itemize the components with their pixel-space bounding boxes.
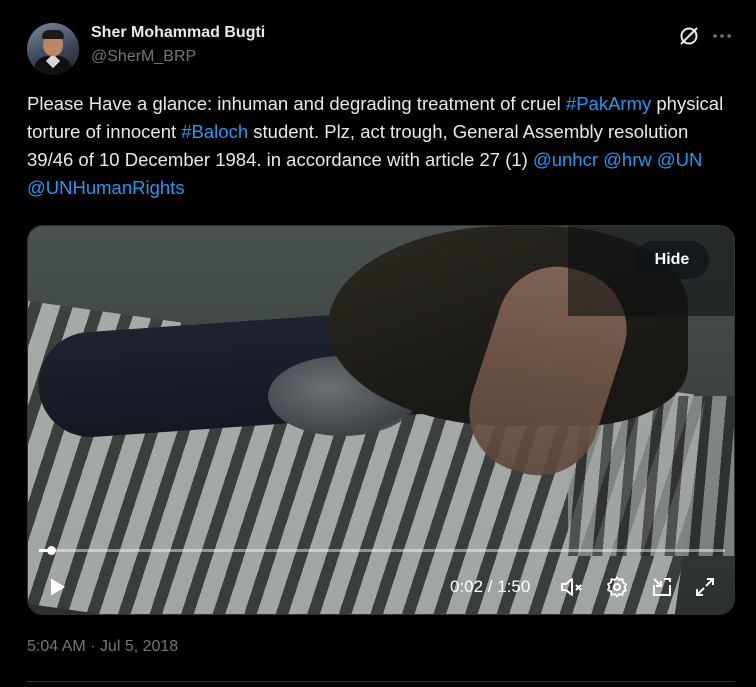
divider [27,681,735,682]
video-progress-bar[interactable] [39,546,725,555]
mention-link[interactable]: @UNHumanRights [27,177,185,198]
mention-link[interactable]: @hrw [603,149,652,170]
author-name[interactable]: Sher Mohammad Bugti [91,24,265,42]
tweet: Sher Mohammad Bugti @SherM_BRP Please Ha… [0,0,756,687]
tweet-text-segment: Please Have a glance: inhuman and degrad… [27,93,566,114]
video-player[interactable]: Hide 0:02 / 1:50 [27,225,735,615]
author-handle[interactable]: @SherM_BRP [91,48,196,66]
pip-icon[interactable] [650,575,674,599]
video-frame [28,226,734,614]
video-time: 0:02 / 1:50 [450,577,531,596]
settings-icon[interactable] [605,575,629,599]
play-icon[interactable] [45,575,69,599]
tweet-text: Please Have a glance: inhuman and degrad… [27,90,739,202]
hide-button[interactable]: Hide [635,241,709,279]
fullscreen-icon[interactable] [693,575,717,599]
mute-icon[interactable] [559,575,585,599]
mention-link[interactable]: @unhcr [533,149,598,170]
avatar[interactable] [27,23,79,75]
hashtag-link[interactable]: #PakArmy [566,93,651,114]
tweet-timestamp[interactable]: 5:04 AM · Jul 5, 2018 [27,638,178,656]
grok-icon[interactable] [677,24,701,48]
hashtag-link[interactable]: #Baloch [181,121,248,142]
mention-link[interactable]: @UN [657,149,703,170]
more-icon[interactable] [710,24,734,48]
